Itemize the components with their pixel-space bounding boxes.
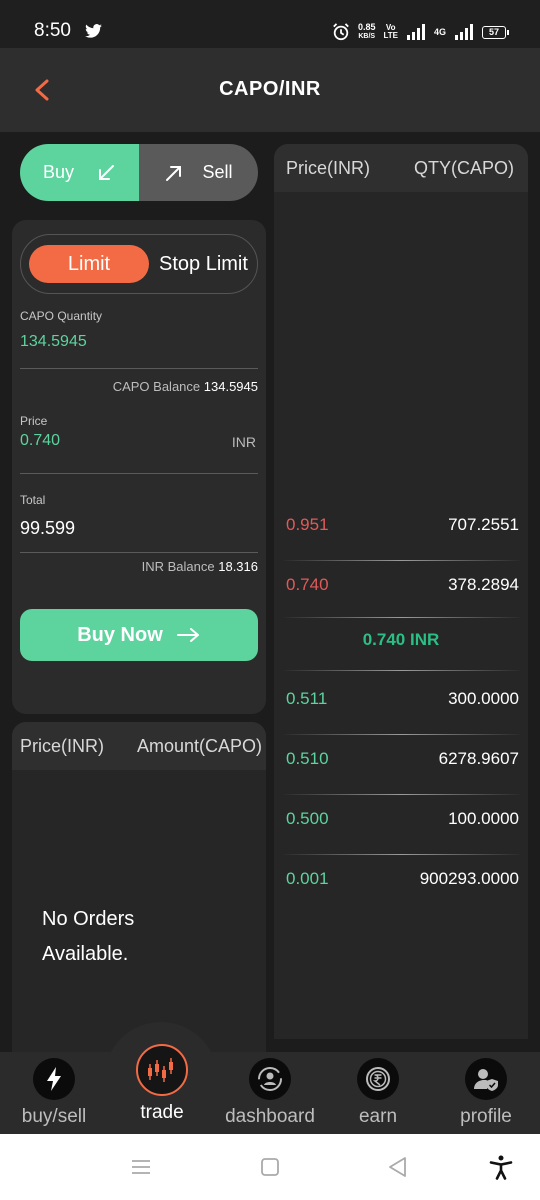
bid-row[interactable]: 0.500 100.0000 (274, 803, 528, 833)
book-col-price: Price(INR) (286, 157, 370, 178)
inr-balance: INR Balance 18.316 (141, 559, 258, 574)
status-icons: 0.85 KB/S Vo LTE 4G 57 (332, 20, 509, 44)
rupee-icon (366, 1067, 390, 1091)
bid-row[interactable]: 0.511 300.0000 (274, 683, 528, 713)
signal-icon (406, 24, 425, 40)
accessibility-icon[interactable] (488, 1154, 514, 1180)
buy-now-button[interactable]: Buy Now (20, 609, 258, 661)
orders-col-price: Price(INR) (20, 735, 104, 756)
row-divider (284, 670, 520, 671)
signal-icon-2 (455, 24, 473, 40)
lightning-icon (47, 1067, 61, 1091)
price-unit: INR (231, 434, 256, 450)
quantity-input[interactable]: 134.5945 (20, 333, 87, 351)
total-input[interactable]: 99.599 (20, 518, 75, 539)
order-book-header: Price(INR) QTY(CAPO) (274, 144, 528, 192)
stop-limit-tab[interactable]: Stop Limit (159, 245, 248, 283)
alarm-icon (333, 23, 349, 41)
bottom-nav: buy/sell trade dashboard earn profile (0, 1022, 540, 1134)
open-orders-panel: Price(INR) Amount(CAPO) No Orders Availa… (12, 722, 266, 1052)
buy-tab[interactable]: Buy (20, 144, 139, 201)
network-type: 4G (433, 27, 446, 37)
sell-tab-label: Sell (202, 162, 233, 182)
order-book: Price(INR) QTY(CAPO) 0.951 707.2551 0.74… (274, 144, 528, 1039)
total-divider (20, 552, 258, 553)
candlestick-icon (148, 1058, 173, 1082)
sell-tab[interactable]: Sell (139, 144, 258, 201)
refresh-user-icon (258, 1067, 282, 1091)
app-header: CAPO/INR (0, 48, 540, 132)
quantity-label: CAPO Quantity (20, 309, 103, 323)
battery-icon: 57 (482, 25, 509, 39)
buy-now-label: Buy Now (77, 623, 163, 646)
nav-trade[interactable]: trade (108, 1044, 216, 1124)
last-price: 0.740 INR (362, 630, 440, 649)
row-divider (284, 854, 520, 855)
price-input[interactable]: 0.740 (20, 432, 60, 450)
home-icon[interactable] (257, 1154, 283, 1180)
order-form: Limit Stop Limit CAPO Quantity 134.5945 … (12, 220, 266, 714)
order-type-toggle: Limit Stop Limit (20, 234, 258, 294)
price-divider (20, 473, 258, 474)
row-divider (284, 560, 520, 561)
buy-tab-label: Buy (42, 162, 75, 182)
menu-icon[interactable] (128, 1154, 154, 1180)
bid-row[interactable]: 0.510 6278.9607 (274, 743, 528, 773)
bid-row[interactable]: 0.001 900293.0000 (274, 863, 528, 893)
net-speed: 0.85 KB/S (357, 22, 376, 41)
nav-earn[interactable]: earn (324, 1058, 432, 1128)
arrow-up-right-icon (166, 165, 182, 181)
row-divider (284, 734, 520, 735)
total-label: Total (20, 493, 46, 507)
book-col-qty: QTY(CAPO) (413, 157, 514, 178)
row-divider (284, 794, 520, 795)
orders-header: Price(INR) Amount(CAPO) (12, 722, 266, 770)
nav-profile[interactable]: profile (432, 1058, 540, 1128)
buy-sell-toggle: Buy Sell (20, 144, 258, 201)
capo-balance: CAPO Balance 134.5945 (112, 379, 258, 394)
nav-buy-sell[interactable]: buy/sell (0, 1058, 108, 1128)
back-icon[interactable] (385, 1154, 411, 1180)
status-bar: 8:50 0.85 KB/S Vo LTE 4G 57 (0, 0, 540, 48)
quantity-divider (20, 368, 258, 369)
arrow-down-left-icon (99, 164, 115, 180)
ask-row[interactable]: 0.740 378.2894 (274, 569, 528, 599)
user-shield-icon (474, 1069, 498, 1091)
status-time: 8:50 (34, 20, 71, 41)
row-divider (284, 617, 520, 618)
twitter-icon (85, 24, 102, 38)
page-title: CAPO/INR (219, 78, 321, 100)
volte-indicator: Vo LTE (383, 23, 398, 40)
ask-row[interactable]: 0.951 707.2551 (274, 509, 528, 539)
empty-state: No Orders Available. (42, 908, 135, 965)
limit-tab[interactable]: Limit (29, 245, 149, 283)
orders-col-amount: Amount(CAPO) (136, 735, 262, 756)
system-nav-bar (0, 1134, 540, 1200)
arrow-right-icon (176, 628, 199, 642)
nav-dashboard[interactable]: dashboard (216, 1058, 324, 1128)
price-label: Price (20, 414, 48, 428)
